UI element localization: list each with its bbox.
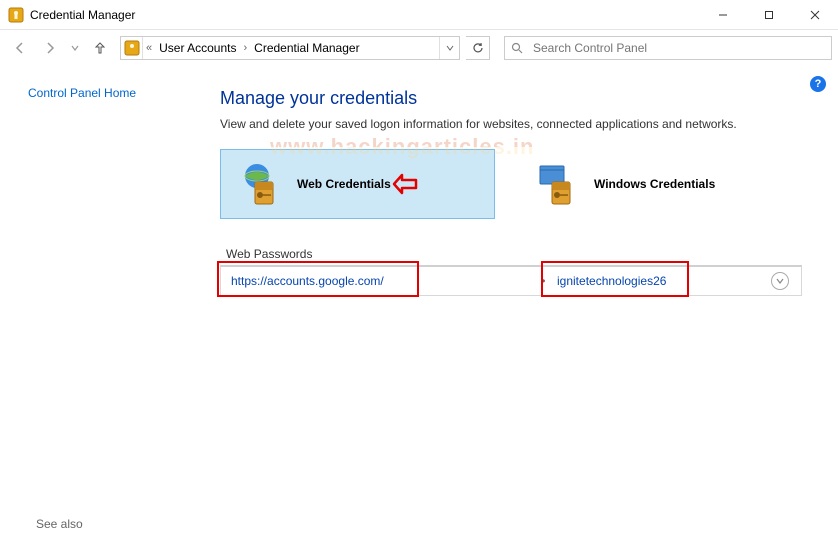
web-credentials-icon — [237, 160, 285, 208]
maximize-button[interactable] — [746, 0, 792, 30]
left-pane: Control Panel Home — [0, 66, 210, 549]
annotation-box-url — [217, 261, 419, 297]
up-button[interactable] — [86, 34, 114, 62]
main-area: Manage your credentials View and delete … — [210, 66, 838, 549]
annotation-arrow-icon — [392, 173, 418, 195]
web-credentials-label: Web Credentials — [297, 177, 391, 191]
recent-dropdown[interactable] — [66, 34, 84, 62]
minimize-button[interactable] — [700, 0, 746, 30]
close-button[interactable] — [792, 0, 838, 30]
titlebar: Credential Manager — [0, 0, 838, 30]
search-input[interactable] — [529, 41, 831, 55]
credential-type-row: www.hackingarticles.in Web Credentials — [220, 149, 802, 219]
web-credentials-card[interactable]: Web Credentials — [220, 149, 495, 219]
search-box[interactable] — [504, 36, 832, 60]
page-heading: Manage your credentials — [220, 88, 802, 109]
page-subtext: View and delete your saved logon informa… — [220, 117, 802, 131]
address-bar[interactable]: « User Accounts › Credential Manager — [120, 36, 460, 60]
breadcrumb-prefix-icon: « — [143, 42, 155, 54]
search-icon — [505, 42, 529, 55]
breadcrumb-separator-icon: › — [241, 42, 251, 54]
expand-entry-button[interactable] — [771, 272, 789, 290]
breadcrumb-credential-manager[interactable]: Credential Manager — [250, 39, 363, 57]
control-panel-home-link[interactable]: Control Panel Home — [28, 86, 210, 100]
windows-credentials-card[interactable]: Windows Credentials — [517, 149, 792, 219]
breadcrumb-user-accounts[interactable]: User Accounts — [155, 39, 240, 57]
navbar: « User Accounts › Credential Manager — [0, 30, 838, 66]
location-icon — [121, 37, 143, 59]
credential-entry-row[interactable]: https://accounts.google.com/ • ignitetec… — [220, 266, 802, 296]
windows-credentials-icon — [534, 160, 582, 208]
windows-credentials-label: Windows Credentials — [594, 177, 715, 191]
see-also-heading: See also — [36, 517, 83, 531]
refresh-button[interactable] — [466, 36, 490, 60]
annotation-box-username — [541, 261, 689, 297]
forward-button[interactable] — [36, 34, 64, 62]
window-title: Credential Manager — [30, 8, 700, 22]
address-dropdown[interactable] — [439, 37, 459, 59]
body: ? Control Panel Home See also Manage you… — [0, 66, 838, 549]
back-button[interactable] — [6, 34, 34, 62]
credential-manager-icon — [8, 7, 24, 23]
